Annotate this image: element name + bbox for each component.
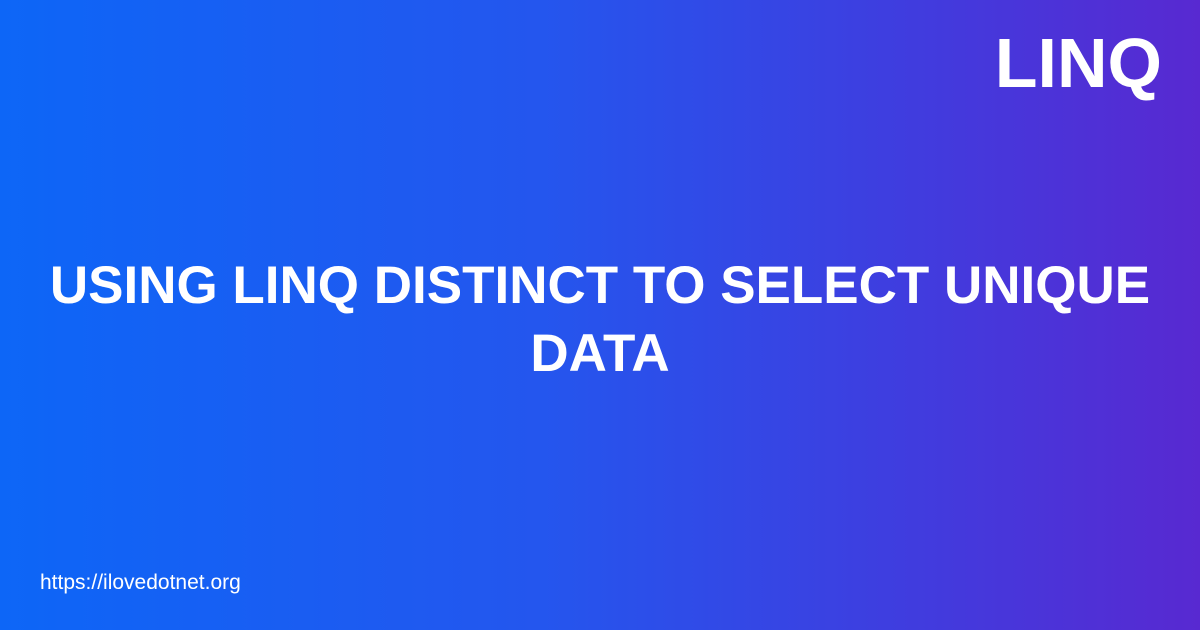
article-title: USING LINQ DISTINCT TO SELECT UNIQUE DAT…: [49, 256, 1151, 383]
site-url: https://ilovedotnet.org: [40, 571, 241, 594]
social-card: LINQ USING LINQ DISTINCT TO SELECT UNIQU…: [0, 0, 1200, 630]
category-label: LINQ: [994, 24, 1162, 102]
